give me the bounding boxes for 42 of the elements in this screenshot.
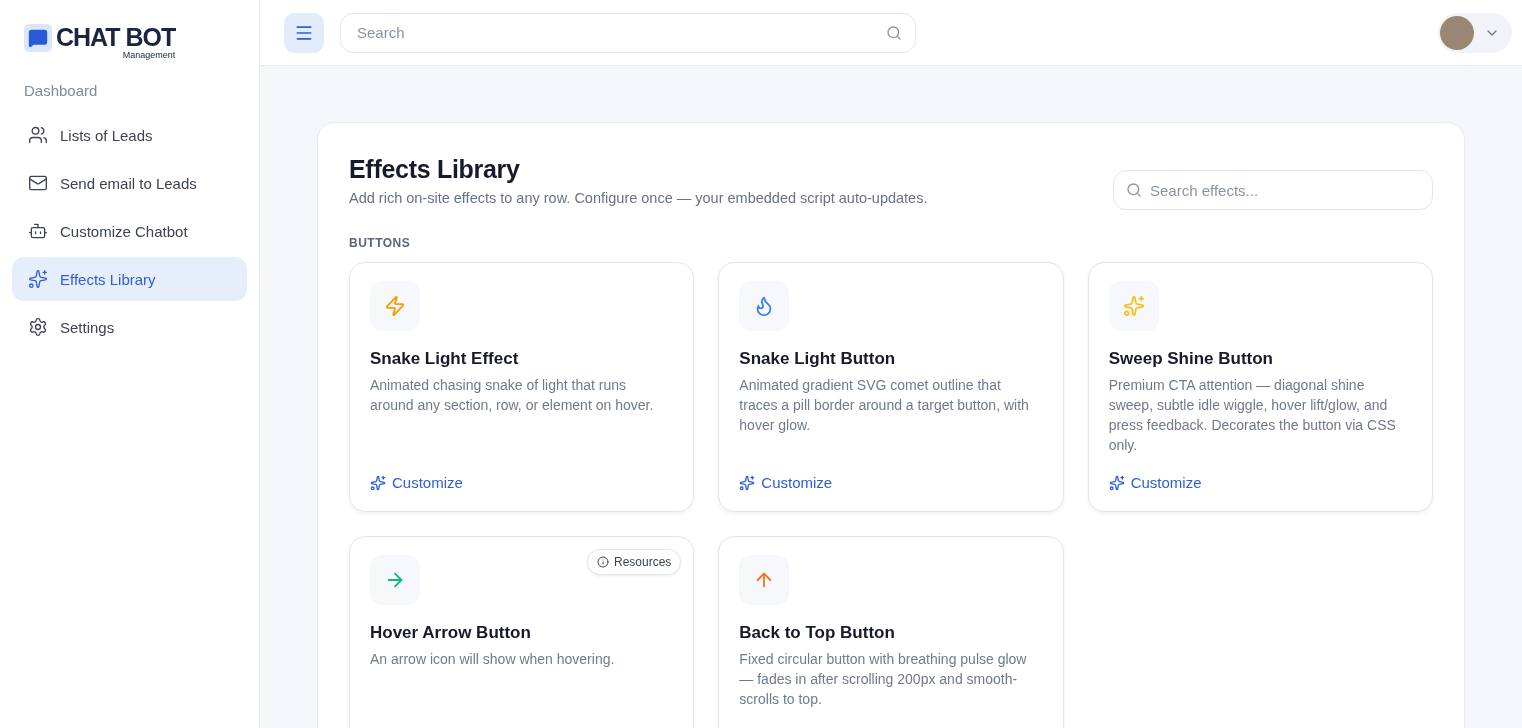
card-description: An arrow icon will show when hovering. <box>370 650 616 669</box>
card-title: Sweep Shine Button <box>1108 349 1274 369</box>
search-icon <box>886 24 902 41</box>
sparkles-icon <box>1108 474 1125 491</box>
chat-logo-icon <box>24 24 52 52</box>
card-title: Hover Arrow Button <box>370 623 532 643</box>
avatar-placeholder <box>1440 15 1474 50</box>
sidebar-item[interactable]: Lists of Leads <box>12 113 247 157</box>
brand-tagline: Management <box>122 50 176 60</box>
sidebar-item[interactable]: Send email to Leads <box>12 161 247 205</box>
people-icon <box>28 125 48 145</box>
sidebar-item[interactable]: Customize Chatbot <box>12 209 247 253</box>
info-icon <box>596 556 609 568</box>
card-description: Animated gradient SVG comet outline that traces a pill border around a target button, with hover glow. <box>739 376 1030 435</box>
sparkles-icon <box>739 474 756 491</box>
card-description: Fixed circular button with breathing pulse glow — fades in after scrolling 200px and smooth-scrolls to top. <box>739 650 1028 709</box>
sparkles-icon <box>370 474 386 491</box>
page-subtitle: Add rich on-site effects to any row. Configure once — your embedded script auto-updates. <box>349 190 928 206</box>
settings-icon <box>28 317 48 337</box>
effects-search-field[interactable]: Search effects... <box>1113 170 1433 210</box>
search-field[interactable]: Search <box>340 12 916 53</box>
customize-link[interactable]: Customize <box>1108 474 1202 491</box>
search-icon <box>1126 182 1142 198</box>
card-description: Animated chasing snake of light that runs around any section, row, or element on hover. <box>370 376 655 415</box>
envelope-icon <box>28 173 48 193</box>
section-heading: BUTTONS <box>349 236 412 250</box>
menu-button[interactable] <box>284 12 324 53</box>
customize-link[interactable]: Customize <box>370 474 463 491</box>
sparkles-icon <box>28 269 48 289</box>
customize-link[interactable]: Customize <box>739 474 833 491</box>
profile-menu-button[interactable] <box>1438 12 1512 53</box>
sidebar-item[interactable]: Settings <box>12 305 247 349</box>
card-title: Back to Top Button <box>739 623 896 643</box>
brand-name: CHAT BOT <box>56 24 176 50</box>
card-title: Snake Light Effect <box>370 349 520 369</box>
sidebar-item[interactable]: Effects Library <box>12 257 247 301</box>
card-title: Snake Light Button <box>739 349 897 369</box>
robot-icon <box>28 221 48 241</box>
sidebar-section-label: Dashboard <box>23 82 99 99</box>
resources-badge[interactable]: Resources <box>586 549 682 575</box>
card-description: Premium CTA attention — diagonal shine sweep, subtle idle wiggle, hover lift/glow, and press feedback. Decorates the button via CSS only. <box>1108 376 1397 455</box>
page-title: Effects Library <box>349 155 521 184</box>
